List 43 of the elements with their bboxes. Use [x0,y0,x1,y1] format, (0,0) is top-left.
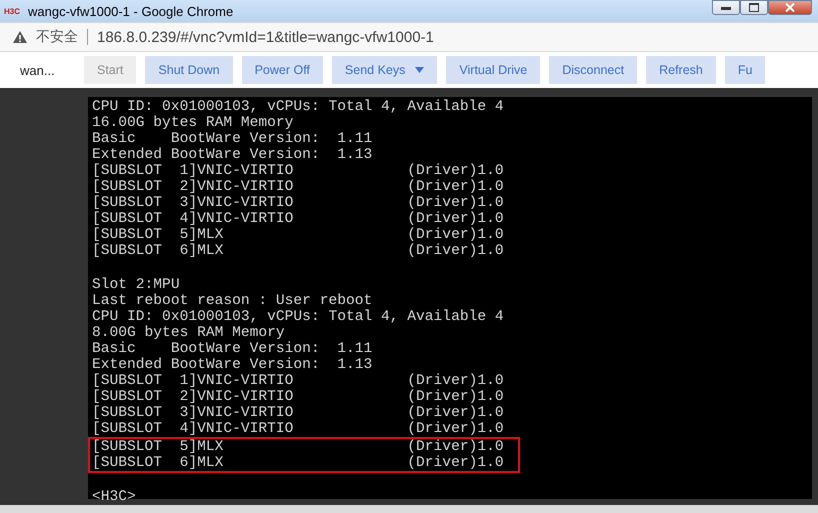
console-line: Extended BootWare Version: 1.13 [92,147,374,163]
minimize-icon [721,6,731,10]
console-line: [SUBSLOT 2]VNIC-VIRTIO (Driver)1.0 [92,389,505,405]
console-line: [SUBSLOT 3]VNIC-VIRTIO (Driver)1.0 [92,195,505,211]
security-label: 不安全 [36,28,78,46]
console-line: 8.00G bytes RAM Memory [92,325,286,341]
console-line: Basic BootWare Version: 1.11 [92,341,374,357]
app-logo: H3C [4,6,20,16]
console-line: <H3C> [92,489,137,505]
console-line: Last reboot reason : User reboot [92,293,374,309]
maximize-icon [749,3,759,12]
close-icon [785,3,795,12]
toolbar-button[interactable]: Send Keys [332,56,438,84]
toolbar-button[interactable]: Disconnect [549,56,638,84]
toolbar-button[interactable]: Refresh [646,56,716,84]
toolbar-button[interactable]: Shut Down [145,56,233,84]
console-line: Basic BootWare Version: 1.11 [92,131,374,147]
maximize-button[interactable] [740,0,768,15]
console-line: [SUBSLOT 6]MLX (Driver)1.0 [92,455,505,471]
console-line: [SUBSLOT 6]MLX (Driver)1.0 [92,243,505,259]
toolbar-button[interactable]: Virtual Drive [446,56,540,84]
console-line: [SUBSLOT 2]VNIC-VIRTIO (Driver)1.0 [92,179,505,195]
window-title: wangc-vfw1000-1 - Google Chrome [28,4,234,18]
vm-name: wan... [19,62,56,78]
console-line: [SUBSLOT 4]VNIC-VIRTIO (Driver)1.0 [92,211,505,227]
console-line: [SUBSLOT 1]VNIC-VIRTIO (Driver)1.0 [92,373,505,389]
console-line: [SUBSLOT 4]VNIC-VIRTIO (Driver)1.0 [92,421,505,437]
close-button[interactable] [768,0,812,15]
warning-icon [12,30,28,44]
minimize-button[interactable] [712,0,740,15]
url-text: 186.8.0.239/#/vnc?vmId=1&title=wangc-vfw1000-1 [97,28,434,46]
console-line: Slot 2:MPU [92,277,181,293]
toolbar-button[interactable]: Power Off [242,56,323,84]
console-line: [SUBSLOT 5]MLX (Driver)1.0 [92,227,505,243]
console-line: 16.00G bytes RAM Memory [92,115,294,131]
console-line: CPU ID: 0x01000103, vCPUs: Total 4, Available 4 [92,99,505,115]
console-line: Extended BootWare Version: 1.13 [92,357,374,373]
console-line: CPU ID: 0x01000103, vCPUs: Total 4, Available 4 [92,309,505,325]
console-line: [SUBSLOT 5]MLX (Driver)1.0 [92,439,505,455]
toolbar-button[interactable]: Fu [724,56,766,84]
console-line: [SUBSLOT 1]VNIC-VIRTIO (Driver)1.0 [92,163,505,179]
address-bar[interactable]: 不安全 186.8.0.239/#/vnc?vmId=1&title=wangc-vfw1000-1 [0,22,818,52]
console-line: [SUBSLOT 3]VNIC-VIRTIO (Driver)1.0 [92,405,505,421]
